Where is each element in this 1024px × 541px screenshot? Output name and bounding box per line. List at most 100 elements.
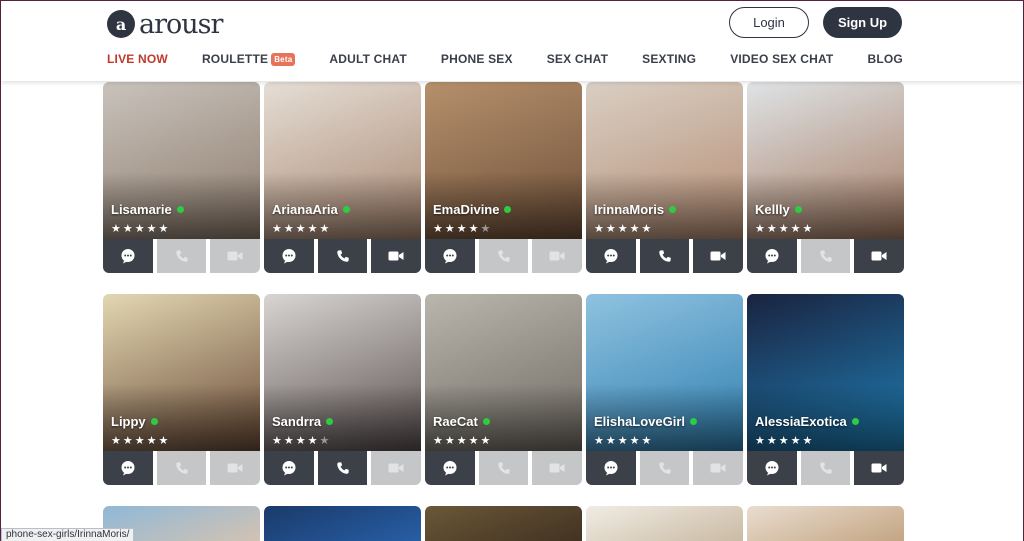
model-card[interactable]: Sandrra ★★★★★ [264,294,421,485]
phone-button[interactable] [800,239,851,273]
star-icon: ★ [122,223,135,235]
star-icon: ★ [158,435,171,447]
star-icon: ★ [456,435,469,447]
status-bar-url: phone-sex-girls/IrinnaMoris/ [1,528,135,541]
model-photo[interactable] [425,506,582,541]
star-icon: ★ [444,435,457,447]
video-button[interactable] [532,239,582,273]
chat-icon [604,249,618,264]
phone-button[interactable] [317,239,368,273]
chat-button[interactable] [264,451,314,485]
phone-icon [819,250,832,262]
phone-button[interactable] [800,451,851,485]
site-logo[interactable]: a arousr [107,9,223,40]
model-card[interactable]: Kellly ★★★★★ [747,82,904,273]
star-icon: ★ [480,223,493,235]
nav-item-live-now[interactable]: LIVE NOW [107,52,168,66]
video-button[interactable] [532,451,582,485]
signup-button[interactable]: Sign Up [823,7,902,38]
chat-button[interactable] [747,451,797,485]
model-card[interactable]: EmaDivine ★★★★★ [425,82,582,273]
nav-item-phone-sex[interactable]: PHONE SEX [441,52,513,66]
video-button[interactable] [371,451,421,485]
phone-button[interactable] [317,451,368,485]
chat-button[interactable] [103,451,153,485]
video-button[interactable] [693,239,743,273]
model-card[interactable]: ElishaLoveGirl ★★★★★ [586,294,743,485]
model-name-text: IrinnaMoris [594,202,665,217]
online-status-icon [342,206,350,213]
phone-button[interactable] [639,451,690,485]
model-name-text: ArianaAria [272,202,338,217]
nav-item-roulette[interactable]: ROULETTE Beta [202,52,296,66]
chat-button[interactable] [103,239,153,273]
model-name: Lippy [111,414,158,429]
star-icon: ★ [629,223,642,235]
star-icon: ★ [468,223,481,235]
model-card[interactable]: ArianaAria ★★★★★ [264,82,421,273]
star-icon: ★ [122,435,135,447]
model-name-text: Sandrra [272,414,322,429]
chat-button[interactable] [425,451,475,485]
video-button[interactable] [210,451,260,485]
chat-button[interactable] [425,239,475,273]
model-photo[interactable] [747,506,904,541]
video-icon [549,251,565,261]
video-button[interactable] [371,239,421,273]
star-rating: ★★★★★ [433,434,492,447]
video-button[interactable] [854,239,904,273]
star-icon: ★ [146,223,159,235]
video-button[interactable] [210,239,260,273]
model-card[interactable] [425,506,582,541]
phone-button[interactable] [156,239,207,273]
nav-item-video-sex-chat[interactable]: VIDEO SEX CHAT [730,52,833,66]
phone-icon [658,250,671,262]
phone-button[interactable] [639,239,690,273]
star-icon: ★ [295,435,308,447]
video-icon [549,463,565,473]
model-actions [264,239,421,273]
model-card[interactable]: AlessiaExotica ★★★★★ [747,294,904,485]
chat-button[interactable] [747,239,797,273]
star-icon: ★ [111,435,123,447]
model-photo[interactable] [264,506,421,541]
star-icon: ★ [778,435,791,447]
model-name-text: Lippy [111,414,146,429]
model-card[interactable] [586,506,743,541]
star-icon: ★ [134,435,147,447]
video-icon [871,463,887,473]
model-card[interactable] [264,506,421,541]
chat-button[interactable] [586,451,636,485]
video-button[interactable] [854,451,904,485]
phone-button[interactable] [478,451,529,485]
model-photo[interactable] [586,506,743,541]
model-card[interactable] [747,506,904,541]
online-status-icon [851,418,859,425]
model-card[interactable]: RaeCat ★★★★★ [425,294,582,485]
star-icon: ★ [641,223,654,235]
phone-icon [497,462,510,474]
phone-button[interactable] [156,451,207,485]
model-card[interactable]: Lisamarie ★★★★★ [103,82,260,273]
model-card[interactable]: IrinnaMoris ★★★★★ [586,82,743,273]
phone-button[interactable] [478,239,529,273]
star-icon: ★ [594,223,606,235]
beta-badge: Beta [271,52,296,66]
chat-icon [121,249,135,264]
model-card[interactable]: Lippy ★★★★★ [103,294,260,485]
video-button[interactable] [693,451,743,485]
login-button[interactable]: Login [729,7,809,38]
star-rating: ★★★★★ [111,222,170,235]
nav-item-sex-chat[interactable]: SEX CHAT [547,52,608,66]
chat-icon [282,461,296,476]
model-name: AlessiaExotica [755,414,859,429]
nav-item-blog[interactable]: BLOG [867,52,902,66]
nav-item-sexting[interactable]: SEXTING [642,52,696,66]
chat-button[interactable] [586,239,636,273]
video-icon [227,251,243,261]
phone-icon [336,462,349,474]
model-actions [586,239,743,273]
nav-item-label: BLOG [867,52,903,66]
chat-button[interactable] [264,239,314,273]
nav-item-adult-chat[interactable]: ADULT CHAT [329,52,407,66]
